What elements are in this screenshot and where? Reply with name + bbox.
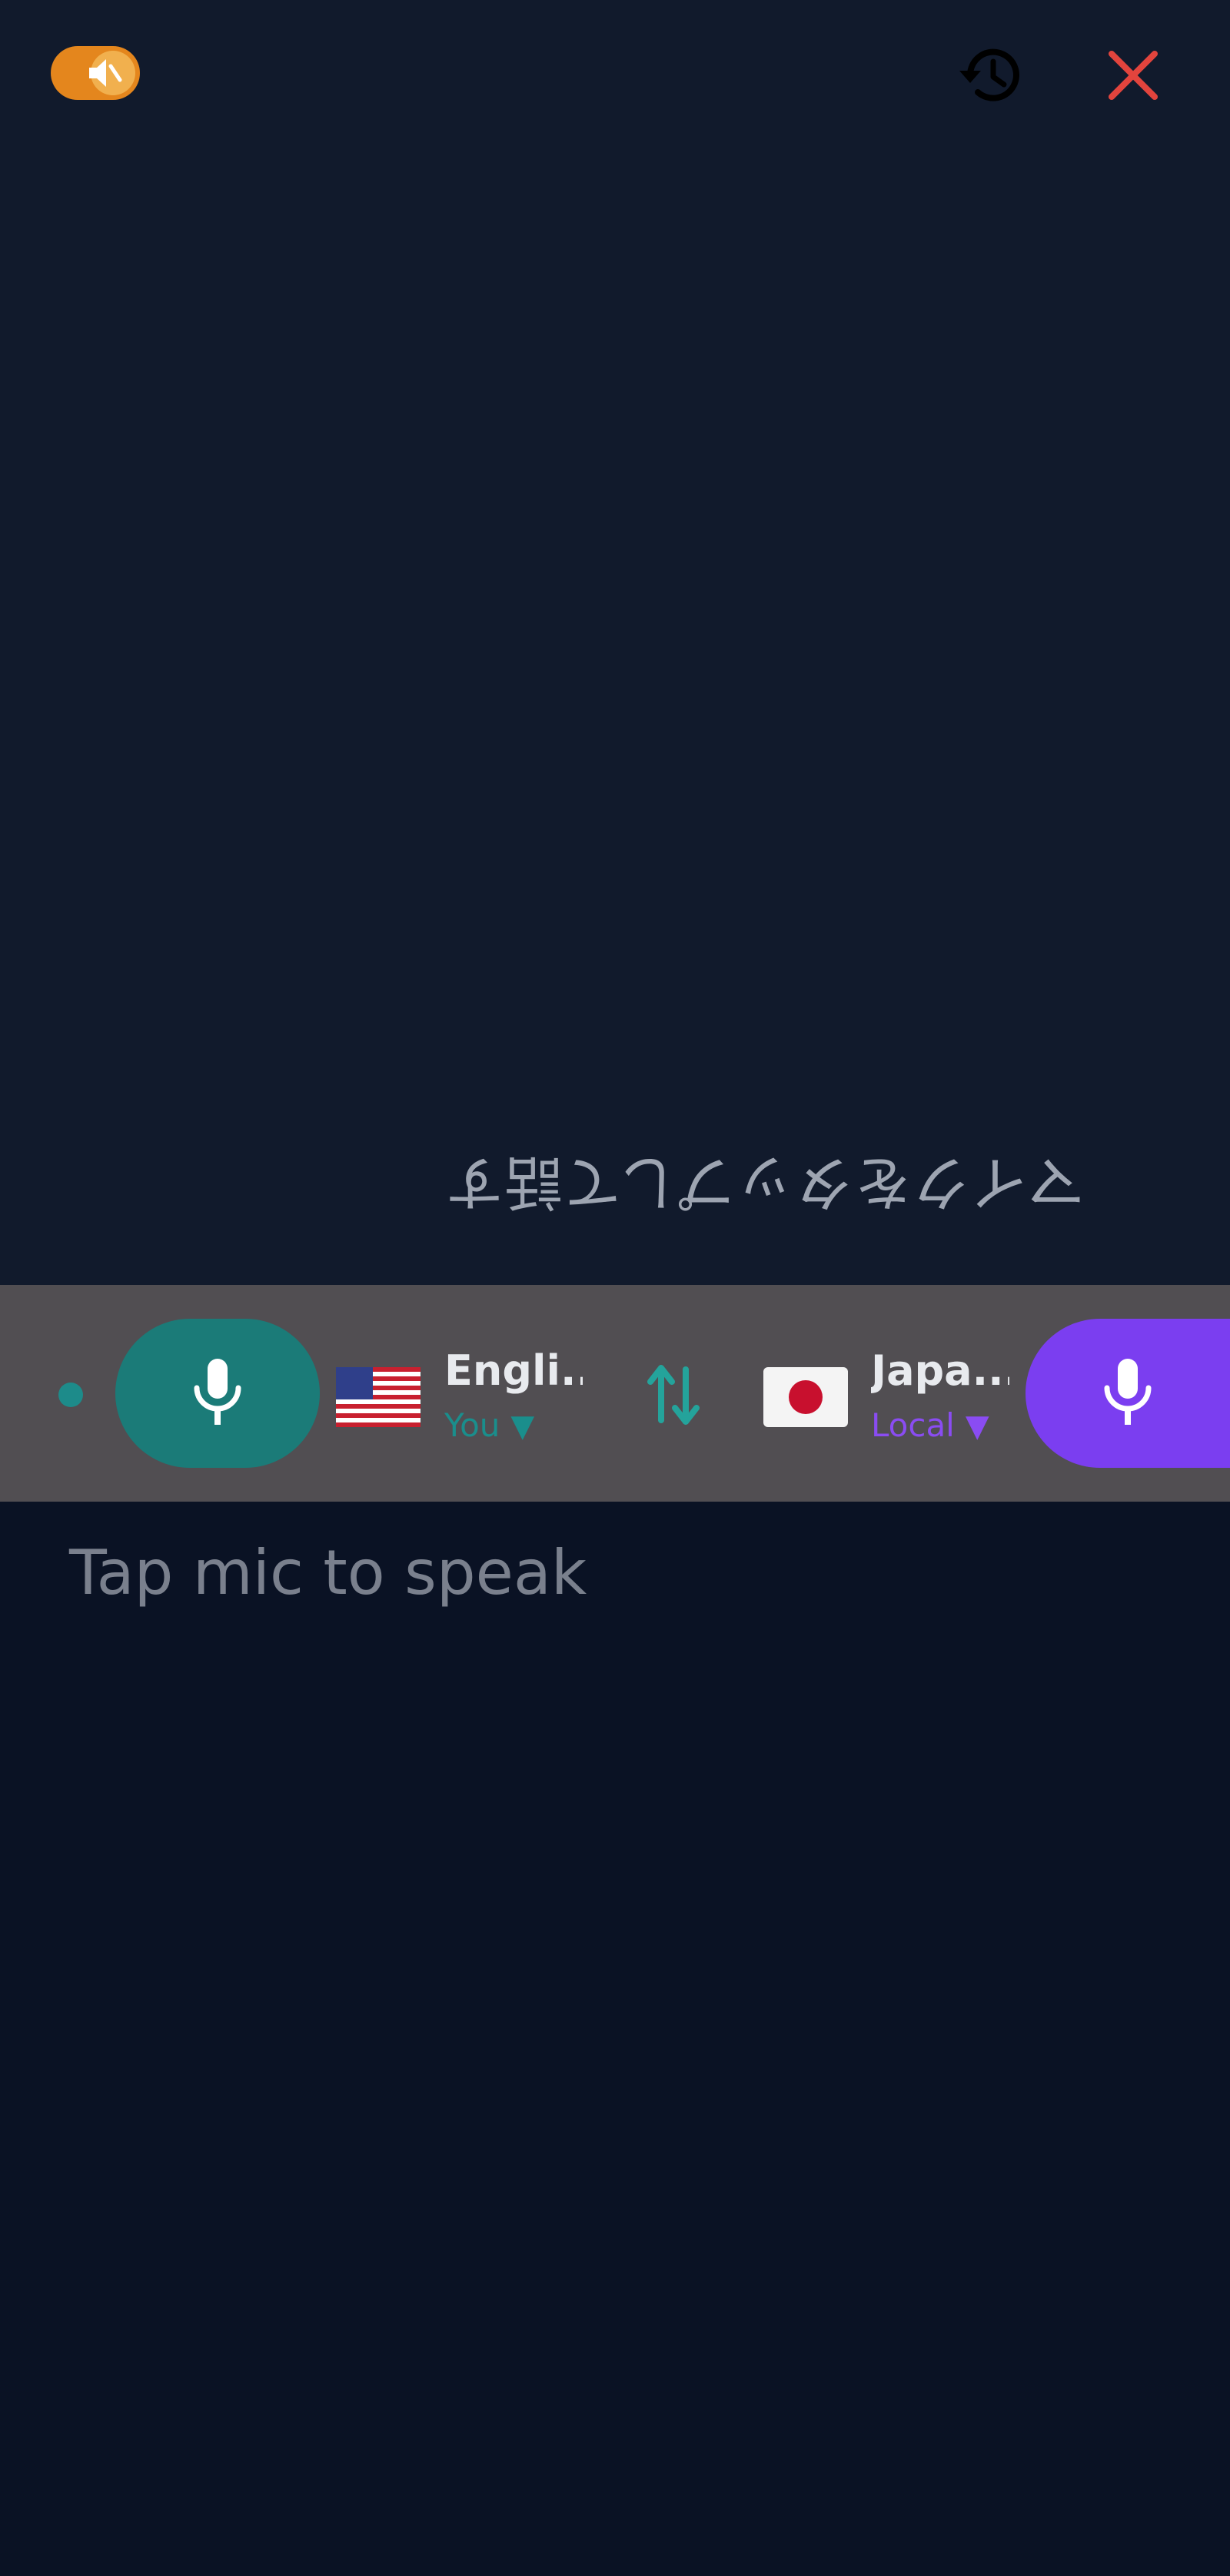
user-prompt: Tap mic to speak <box>69 1537 587 1608</box>
microphone-icon <box>194 1359 241 1425</box>
mic-button-local[interactable] <box>1026 1319 1230 1468</box>
speaker-muted-icon <box>89 59 122 87</box>
user-pane <box>0 1502 1230 2576</box>
role-label: You <box>444 1406 500 1444</box>
swap-arrows-icon <box>647 1365 700 1425</box>
role-label: Local <box>871 1406 955 1444</box>
microphone-icon <box>1104 1359 1152 1425</box>
japan-flag-icon <box>763 1367 848 1427</box>
history-button[interactable] <box>952 37 1029 114</box>
speaker-toggle[interactable] <box>51 46 140 100</box>
close-icon <box>1109 51 1158 100</box>
history-icon <box>959 48 1019 101</box>
source-language-role[interactable]: You ▼ <box>444 1406 534 1444</box>
partner-prompt: マイクをタップして話す <box>446 1148 1086 1217</box>
dropdown-arrow-icon: ▼ <box>965 1409 989 1444</box>
dropdown-arrow-icon: ▼ <box>510 1409 535 1444</box>
us-flag-icon <box>336 1367 421 1427</box>
swap-languages-button[interactable] <box>643 1360 704 1429</box>
listening-status-dot <box>58 1383 83 1407</box>
source-language-name[interactable]: Engli... <box>444 1346 583 1395</box>
partner-pane <box>0 0 1230 1285</box>
target-language-name[interactable]: Japa... <box>871 1346 1009 1395</box>
close-button[interactable] <box>1095 37 1172 114</box>
target-language-role[interactable]: Local ▼ <box>871 1406 989 1444</box>
mic-button-you[interactable] <box>115 1319 320 1468</box>
